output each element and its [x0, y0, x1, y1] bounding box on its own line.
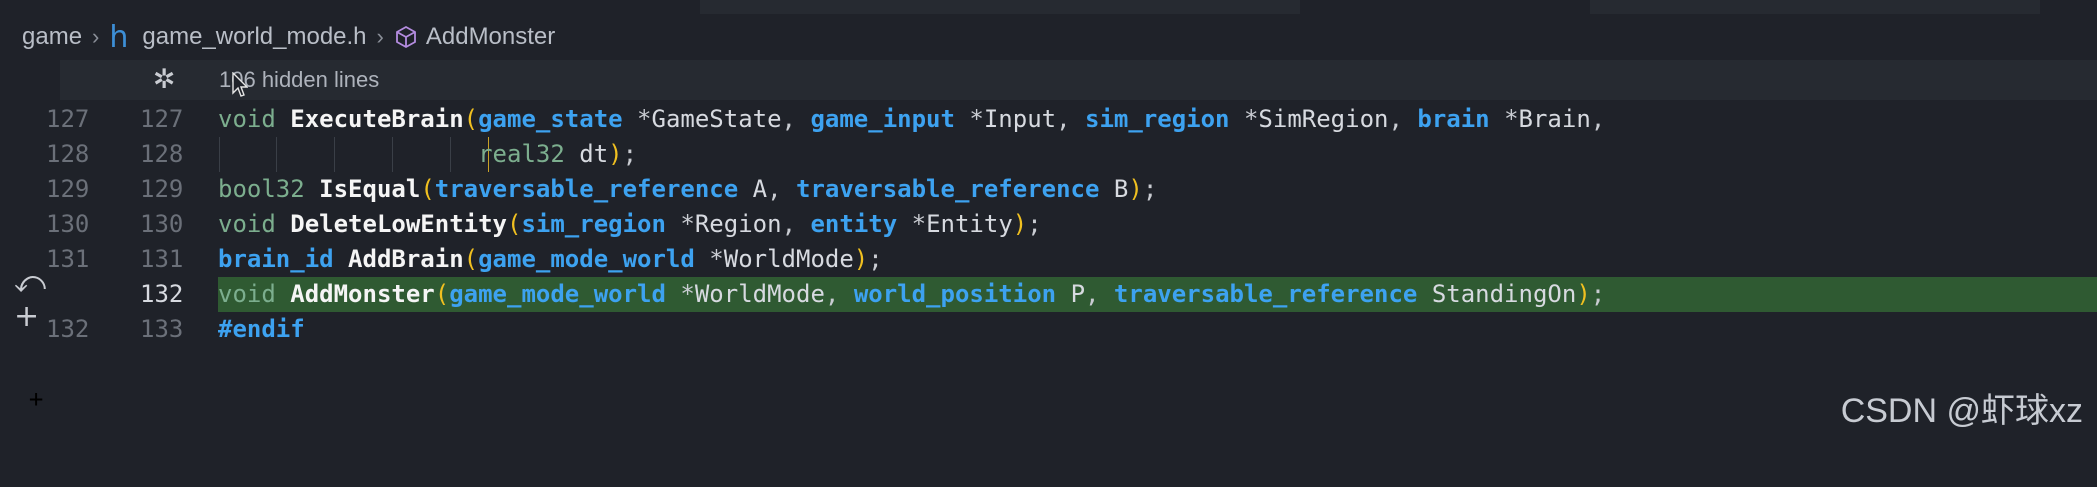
code-text: real32 dt);: [478, 140, 638, 168]
new-line-number: 133: [140, 315, 184, 343]
tab-strip-segment: [0, 0, 700, 14]
new-line-number: 127: [140, 105, 184, 133]
code-line[interactable]: 131 131 brain_id AddBrain(game_mode_worl…: [0, 242, 2097, 277]
new-line-number: 132: [140, 280, 184, 308]
code-line[interactable]: 127 127 void ExecuteBrain(game_state *Ga…: [0, 102, 2097, 137]
cube-icon: [395, 25, 416, 49]
hidden-lines-bar[interactable]: ✲ 106 hidden lines: [60, 60, 2097, 100]
top-tab-strip: [0, 0, 2097, 14]
mouse-pointer-icon: [232, 72, 248, 97]
chevron-right-icon: ›: [92, 24, 100, 49]
h-header-icon: h: [109, 19, 129, 55]
change-actions: ⤺ +: [14, 266, 46, 334]
code-text: #endif: [218, 315, 305, 343]
old-line-number: 127: [46, 105, 90, 133]
new-line-number: 129: [140, 175, 184, 203]
code-text: void ExecuteBrain(game_state *GameState,…: [218, 105, 1606, 133]
old-line-number: 129: [46, 175, 90, 203]
breadcrumb-symbol[interactable]: AddMonster: [426, 23, 555, 51]
code-line[interactable]: 128 128 real32 dt);: [0, 137, 2097, 172]
breadcrumb: game › h game_world_mode.h › AddMonster: [0, 14, 2097, 60]
tab-strip-segment: [700, 0, 1300, 14]
code-text: bool32 IsEqual(traversable_reference A, …: [218, 175, 1158, 203]
old-line-number: 132: [46, 315, 90, 343]
code-text: void AddMonster(game_mode_world *WorldMo…: [218, 277, 2097, 312]
breadcrumb-root[interactable]: game: [22, 23, 82, 51]
gear-icon[interactable]: ✲: [148, 64, 180, 96]
chevron-right-icon: ›: [376, 24, 384, 49]
code-text: void DeleteLowEntity(sim_region *Region,…: [218, 210, 1042, 238]
code-text: brain_id AddBrain(game_mode_world *World…: [218, 245, 883, 273]
new-line-number: 128: [140, 140, 184, 168]
old-line-number: 130: [46, 210, 90, 238]
old-line-number: 128: [46, 140, 90, 168]
new-line-number: 130: [140, 210, 184, 238]
tab-strip-segment: [1590, 0, 2040, 14]
added-code-line[interactable]: 132 + void AddMonster(game_mode_world *W…: [0, 277, 2097, 413]
new-line-number: 131: [140, 245, 184, 273]
stage-plus-icon[interactable]: +: [14, 300, 46, 334]
old-line-number: 131: [46, 245, 90, 273]
breadcrumb-file[interactable]: game_world_mode.h: [142, 23, 366, 51]
code-line[interactable]: 132 133 #endif: [0, 312, 2097, 347]
code-line[interactable]: 130 130 void DeleteLowEntity(sim_region …: [0, 207, 2097, 242]
watermark: CSDN @虾球xz: [1840, 392, 2083, 430]
added-line-marker: +: [28, 385, 44, 413]
revert-icon[interactable]: ⤺: [14, 266, 46, 300]
code-line[interactable]: 129 129 bool32 IsEqual(traversable_refer…: [0, 172, 2097, 207]
